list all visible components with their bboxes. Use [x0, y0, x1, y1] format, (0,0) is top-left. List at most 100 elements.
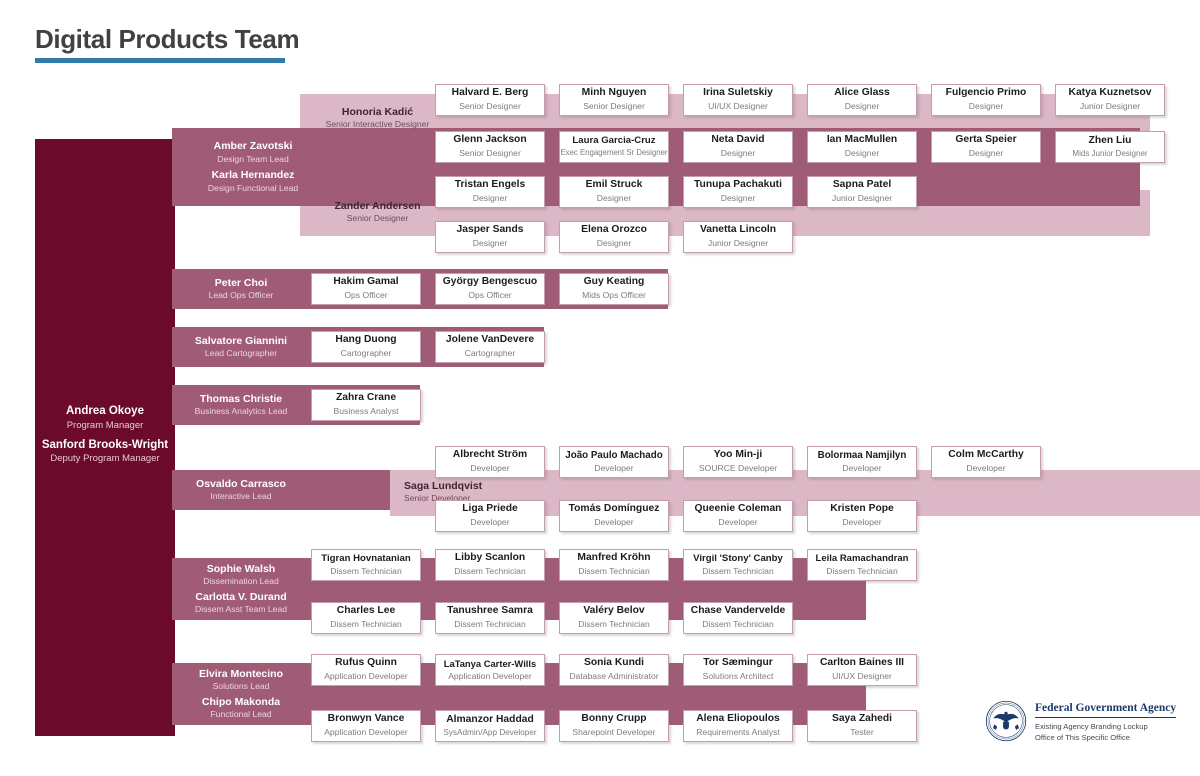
card-person[interactable]: Glenn Jackson Senior Designer — [435, 131, 545, 163]
card-person[interactable]: Halvard E. Berg Senior Designer — [435, 84, 545, 116]
design-sublead-top-name: Honoria Kadić — [341, 105, 414, 118]
card-person[interactable]: Zahra Crane Business Analyst — [311, 389, 421, 421]
card-role: UI/UX Designer — [708, 101, 768, 112]
card-name: Chase Vandervelde — [690, 605, 786, 617]
card-person[interactable]: Laura Garcia-Cruz Exec Engagement Sr Des… — [559, 131, 669, 163]
card-name: João Paulo Machado — [565, 449, 663, 461]
card-person[interactable]: Virgil 'Stony' Canby Dissem Technician — [683, 549, 793, 581]
card-person[interactable]: Leila Ramachandran Dissem Technician — [807, 549, 917, 581]
analytics-lead-block[interactable]: Thomas Christie Business Analytics Lead — [172, 385, 310, 425]
card-person[interactable]: Alena Eliopoulos Requirements Analyst — [683, 710, 793, 742]
card-person[interactable]: Yoo Min-ji SOURCE Developer — [683, 446, 793, 478]
card-person[interactable]: Gerta Speier Designer — [931, 131, 1041, 163]
card-person[interactable]: Fulgencio Primo Designer — [931, 84, 1041, 116]
cartography-lead-block[interactable]: Salvatore Giannini Lead Cartographer — [172, 327, 310, 367]
exec-role-1: Deputy Program Manager — [50, 453, 160, 465]
card-role: SOURCE Developer — [698, 463, 778, 474]
card-person[interactable]: Bronwyn Vance Application Developer — [311, 710, 421, 742]
card-role: Junior Designer — [831, 193, 893, 204]
card-person[interactable]: Bonny Crupp Sharepoint Developer — [559, 710, 669, 742]
cartography-lead-name: Salvatore Giannini — [194, 334, 288, 347]
card-person[interactable]: Irina Suletskiy UI/UX Designer — [683, 84, 793, 116]
card-person[interactable]: Hakim Gamal Ops Officer — [311, 273, 421, 305]
card-person[interactable]: Albrecht Ström Developer — [435, 446, 545, 478]
card-role: Developer — [842, 463, 882, 474]
design-sublead-zander[interactable]: Zander Andersen Senior Designer — [310, 194, 445, 230]
executive-trunk[interactable]: Andrea Okoye Program Manager Sanford Bro… — [35, 139, 175, 736]
card-person[interactable]: Tor Sæmingur Solutions Architect — [683, 654, 793, 686]
card-person[interactable]: Libby Scanlon Dissem Technician — [435, 549, 545, 581]
card-person[interactable]: Manfred Kröhn Dissem Technician — [559, 549, 669, 581]
card-role: Dissem Technician — [578, 566, 650, 577]
card-person[interactable]: Rufus Quinn Application Developer — [311, 654, 421, 686]
card-person[interactable]: Sapna Patel Junior Designer — [807, 176, 917, 208]
design-sublead-honoria[interactable]: Honoria Kadić Senior Interactive Designe… — [310, 100, 445, 136]
agency-subline-2: Office of This Specific Office — [1035, 732, 1130, 742]
card-name: Vanetta Lincoln — [699, 224, 777, 236]
card-person[interactable]: LaTanya Carter-Wills Application Develop… — [435, 654, 545, 686]
card-person[interactable]: Vanetta Lincoln Junior Designer — [683, 221, 793, 253]
card-person[interactable]: Valéry Belov Dissem Technician — [559, 602, 669, 634]
interactive-lead-block[interactable]: Osvaldo Carrasco Interactive Lead — [172, 470, 310, 510]
solutions-lead-name-1: Chipo Makonda — [201, 695, 281, 708]
card-person[interactable]: Guy Keating Mids Ops Officer — [559, 273, 669, 305]
card-name: Queenie Coleman — [694, 503, 782, 515]
card-person[interactable]: Neta David Designer — [683, 131, 793, 163]
card-role: Application Developer — [448, 670, 532, 681]
card-person[interactable]: Elena Orozco Designer — [559, 221, 669, 253]
card-name: Halvard E. Berg — [451, 87, 529, 99]
card-role: Senior Designer — [459, 101, 521, 112]
card-person[interactable]: Jolene VanDevere Cartographer — [435, 331, 545, 363]
federal-eagle-seal-icon — [985, 701, 1027, 742]
card-person[interactable]: Zhen Liu Mids Junior Designer — [1055, 131, 1165, 163]
card-name: Elena Orozco — [581, 224, 647, 236]
card-person[interactable]: Tristan Engels Designer — [435, 176, 545, 208]
card-role: Developer — [470, 517, 510, 528]
card-role: Dissem Technician — [826, 565, 898, 576]
solutions-lead-role-0: Solutions Lead — [212, 681, 270, 692]
card-person[interactable]: Tigran Hovnatanian Dissem Technician — [311, 549, 421, 581]
card-person[interactable]: Jasper Sands Designer — [435, 221, 545, 253]
ops-lead-block[interactable]: Peter Choi Lead Ops Officer — [172, 269, 310, 309]
dissemination-lead-block[interactable]: Sophie Walsh Dissemination Lead Carlotta… — [172, 558, 310, 620]
card-person[interactable]: Emil Struck Designer — [559, 176, 669, 208]
agency-lockup-text: Federal Government Agency Existing Agenc… — [1035, 700, 1177, 743]
card-person[interactable]: Katya Kuznetsov Junior Designer — [1055, 84, 1165, 116]
card-person[interactable]: Sonia Kundi Database Administrator — [559, 654, 669, 686]
card-person[interactable]: Ian MacMullen Designer — [807, 131, 917, 163]
card-person[interactable]: Charles Lee Dissem Technician — [311, 602, 421, 634]
card-person[interactable]: Tunupa Pachakuti Designer — [683, 176, 793, 208]
card-name: LaTanya Carter-Wills — [443, 658, 537, 670]
card-name: Jolene VanDevere — [445, 334, 535, 346]
card-role: Mids Junior Designer — [1072, 148, 1148, 158]
card-role: Junior Designer — [1079, 101, 1141, 112]
card-person[interactable]: Tanushree Samra Dissem Technician — [435, 602, 545, 634]
card-name: Bonny Crupp — [581, 713, 647, 725]
solutions-lead-block[interactable]: Elvira Montecino Solutions Lead Chipo Ma… — [172, 663, 310, 725]
card-person[interactable]: Kristen Pope Developer — [807, 500, 917, 532]
card-role: Junior Designer — [707, 238, 769, 249]
card-person[interactable]: Saya Zahedi Tester — [807, 710, 917, 742]
card-role: Dissem Technician — [454, 566, 526, 577]
card-person[interactable]: Queenie Coleman Developer — [683, 500, 793, 532]
card-person[interactable]: Hang Duong Cartographer — [311, 331, 421, 363]
card-person[interactable]: Bolormaa Namjilyn Developer — [807, 446, 917, 478]
card-role: Developer — [470, 463, 510, 474]
card-person[interactable]: Liga Priede Developer — [435, 500, 545, 532]
card-person[interactable]: György Bengescuo Ops Officer — [435, 273, 545, 305]
analytics-lead-name: Thomas Christie — [199, 392, 283, 405]
card-name: Bolormaa Namjilyn — [817, 449, 907, 461]
card-role: Designer — [472, 193, 508, 204]
card-person[interactable]: Chase Vandervelde Dissem Technician — [683, 602, 793, 634]
card-role: Senior Designer — [459, 148, 521, 159]
interactive-lead-role: Interactive Lead — [210, 491, 272, 502]
card-person[interactable]: Almanzor Haddad SysAdmin/App Developer — [435, 710, 545, 742]
card-person[interactable]: João Paulo Machado Developer — [559, 446, 669, 478]
card-person[interactable]: Alice Glass Designer — [807, 84, 917, 116]
card-role: Solutions Architect — [702, 671, 774, 682]
card-person[interactable]: Tomás Domínguez Developer — [559, 500, 669, 532]
card-person[interactable]: Minh Nguyen Senior Designer — [559, 84, 669, 116]
card-person[interactable]: Colm McCarthy Developer — [931, 446, 1041, 478]
card-name: Glenn Jackson — [453, 134, 527, 146]
card-person[interactable]: Carlton Baines III UI/UX Designer — [807, 654, 917, 686]
